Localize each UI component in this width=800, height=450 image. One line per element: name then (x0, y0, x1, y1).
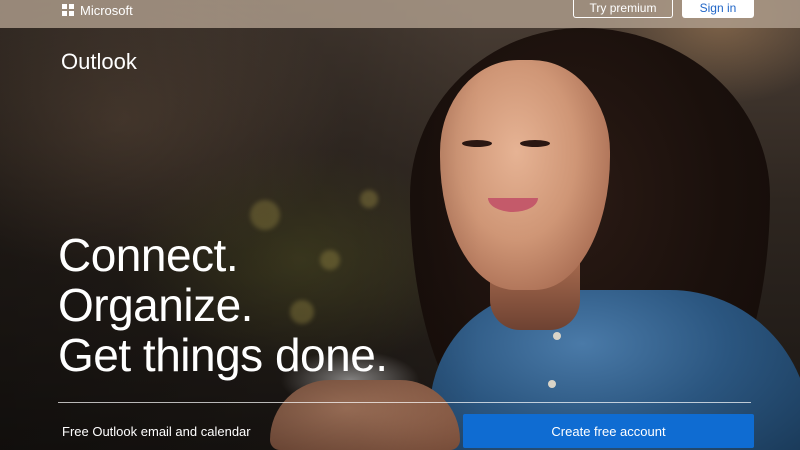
microsoft-logo[interactable]: Microsoft (62, 0, 133, 20)
hero-divider (58, 402, 751, 403)
outlook-product-title[interactable]: Outlook (61, 49, 137, 75)
sign-in-button[interactable]: Sign in (682, 0, 754, 18)
headline-line-3: Get things done. (58, 329, 388, 381)
top-navigation-bar: Microsoft Try premium Sign in (0, 0, 800, 28)
hero-headline: Connect. Organize. Get things done. (58, 230, 388, 380)
hero-tagline: Free Outlook email and calendar (62, 424, 251, 439)
try-premium-button[interactable]: Try premium (573, 0, 673, 18)
microsoft-logo-icon (62, 4, 74, 16)
microsoft-logo-text: Microsoft (80, 2, 133, 18)
headline-line-1: Connect. (58, 229, 239, 281)
create-free-account-button[interactable]: Create free account (463, 414, 754, 448)
headline-line-2: Organize. (58, 279, 253, 331)
